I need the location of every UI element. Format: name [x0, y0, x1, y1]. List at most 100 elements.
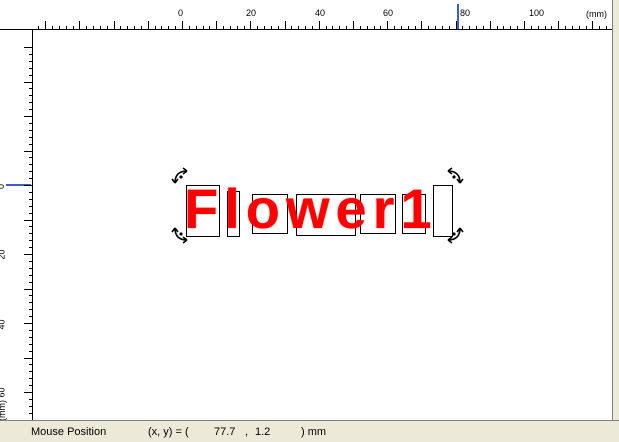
rotate-handle-icon[interactable] [171, 224, 191, 244]
ruler-label-left-60: 60 [0, 387, 7, 398]
ruler-tick [29, 54, 32, 55]
ruler-tick [476, 26, 477, 29]
embroidery-text[interactable]: Flower1 [184, 181, 438, 237]
ruler-tick [59, 26, 60, 29]
ruler-tick [29, 88, 32, 89]
ruler-tick [291, 26, 292, 29]
ruler-tick [415, 26, 416, 29]
ruler-unit-label-left: (mm) [0, 400, 7, 421]
ruler-tick [408, 26, 409, 29]
ruler-tick [114, 21, 115, 29]
ruler-tick [29, 413, 32, 414]
ruler-tick [29, 282, 32, 283]
rotate-handle-icon[interactable] [444, 167, 464, 187]
ruler-label-20: 20 [246, 8, 257, 18]
ruler-tick [545, 26, 546, 29]
ruler-tick [394, 26, 395, 29]
top-ruler: 0 20 40 60 80 100 (mm) [0, 0, 619, 30]
ruler-tick [264, 26, 265, 29]
ruler-tick [127, 26, 128, 29]
ruler-tick [168, 26, 169, 29]
ruler-tick [155, 26, 156, 29]
ruler-tick [79, 21, 80, 29]
ruler-tick [490, 21, 491, 29]
ruler-tick [120, 26, 121, 29]
ruler-tick [401, 26, 402, 29]
ruler-label-60: 60 [383, 8, 394, 18]
ruler-tick [52, 26, 53, 29]
ruler-tick [29, 199, 32, 200]
ruler-tick [332, 26, 333, 29]
ruler-tick [599, 26, 600, 29]
ruler-tick [469, 26, 470, 29]
ruler-unit-label-top: (mm) [586, 9, 607, 19]
ruler-tick [312, 26, 313, 29]
ruler-tick [435, 26, 436, 29]
ruler-tick [148, 21, 149, 29]
ruler-tick [24, 289, 32, 290]
ruler-tick [298, 26, 299, 29]
ruler-tick [24, 220, 32, 221]
ruler-tick [360, 26, 361, 29]
rotate-handle-icon[interactable] [171, 167, 191, 187]
ruler-tick [606, 26, 607, 29]
ruler-tick [29, 240, 32, 241]
ruler-tick [29, 406, 32, 407]
ruler-tick [29, 399, 32, 400]
ruler-tick [29, 102, 32, 103]
status-bar: Mouse Position (x, y) = ( 77.7 1.2 , ) m… [0, 420, 619, 442]
status-coords-prefix: (x, y) = ( [148, 426, 189, 438]
ruler-tick [339, 26, 340, 29]
ruler-tick [29, 337, 32, 338]
ruler-tick [29, 316, 32, 317]
ruler-tick [257, 26, 258, 29]
ruler-tick [551, 26, 552, 29]
ruler-tick [203, 26, 204, 29]
design-canvas[interactable]: Flower1 [34, 31, 612, 420]
ruler-tick [29, 123, 32, 124]
ruler-label-left-20: 20 [0, 249, 7, 260]
ruler-tick [29, 68, 32, 69]
ruler-tick [29, 164, 32, 165]
ruler-tick [29, 213, 32, 214]
ruler-tick [29, 157, 32, 158]
vertical-scrollbar-edge[interactable] [612, 0, 619, 420]
ruler-tick [38, 26, 39, 29]
ruler-tick [449, 26, 450, 29]
ruler-tick [24, 151, 32, 152]
ruler-tick [24, 185, 32, 186]
ruler-tick [387, 21, 388, 29]
ruler-tick [29, 137, 32, 138]
ruler-tick [29, 330, 32, 331]
ruler-tick [196, 26, 197, 29]
ruler-tick [244, 26, 245, 29]
ruler-tick [278, 26, 279, 29]
ruler-tick [29, 364, 32, 365]
ruler-tick [107, 26, 108, 29]
cursor-position-marker-top [457, 4, 459, 29]
ruler-tick [285, 21, 286, 29]
ruler-tick [29, 144, 32, 145]
ruler-tick [24, 254, 32, 255]
ruler-tick [579, 26, 580, 29]
ruler-label-80: 80 [460, 8, 471, 18]
ruler-tick [29, 247, 32, 248]
ruler-tick [319, 21, 320, 29]
ruler-tick [29, 385, 32, 386]
ruler-tick [510, 26, 511, 29]
ruler-label-0: 0 [178, 8, 184, 18]
ruler-tick [497, 26, 498, 29]
ruler-tick [456, 21, 457, 29]
ruler-tick [29, 192, 32, 193]
ruler-tick [29, 275, 32, 276]
ruler-tick [29, 261, 32, 262]
ruler-tick [305, 26, 306, 29]
ruler-tick [428, 26, 429, 29]
rotate-handle-icon[interactable] [444, 224, 464, 244]
ruler-label-left-40: 40 [0, 319, 7, 330]
ruler-tick [161, 26, 162, 29]
ruler-tick [462, 26, 463, 29]
status-y-value: 1.2 [255, 426, 271, 438]
status-x-value: 77.7 [214, 426, 236, 438]
ruler-tick [572, 26, 573, 29]
